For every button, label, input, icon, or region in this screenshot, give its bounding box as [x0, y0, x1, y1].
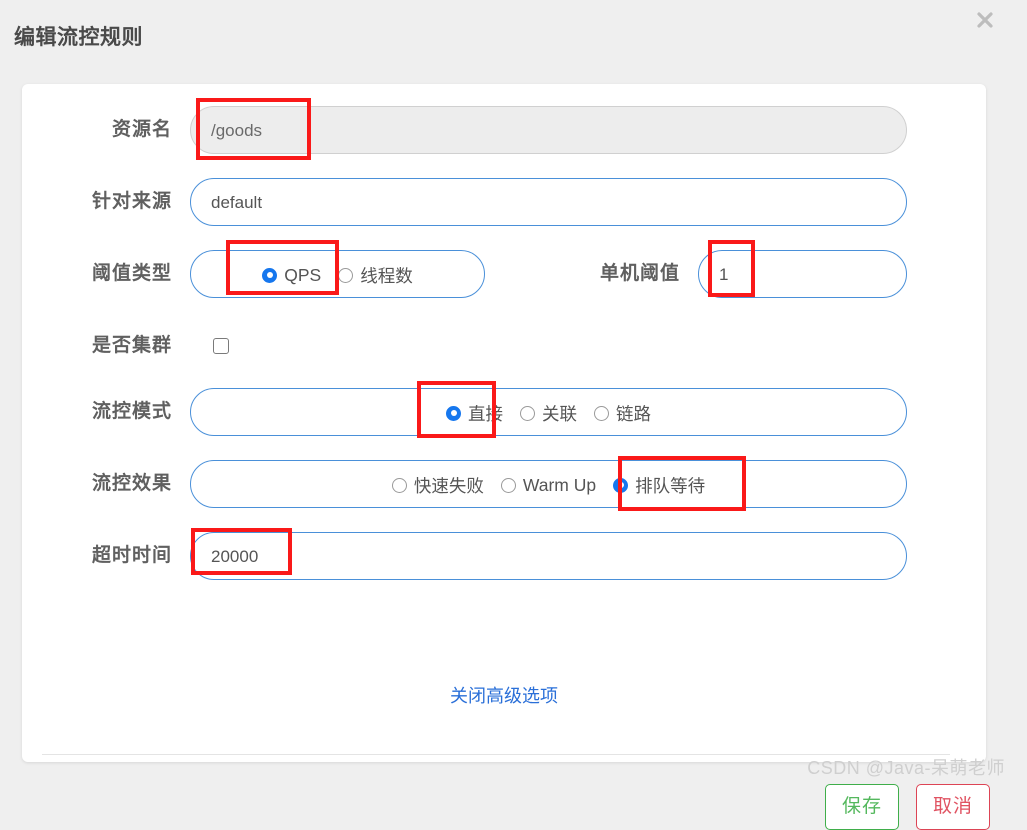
limit-app-input[interactable]: default — [190, 178, 907, 226]
dialog-body: 资源名 /goods 针对来源 default 阈值类型 QPS 线程数 单机阈… — [22, 84, 990, 830]
flow-effect-radios: 快速失败 Warm Up 排队等待 — [191, 461, 906, 509]
modal-overlay: 编辑流控规则 资源名 /goods 针对来源 default 阈值类型 QPS … — [0, 0, 1027, 830]
radio-threshold-threads-label: 线程数 — [360, 265, 413, 286]
is-cluster-checkbox[interactable] — [213, 338, 229, 354]
resource-name-value: /goods — [211, 121, 263, 140]
edit-flow-rule-dialog: 编辑流控规则 资源名 /goods 针对来源 default 阈值类型 QPS … — [0, 0, 1008, 830]
radio-flow-effect-fast-fail[interactable]: 快速失败 — [391, 473, 484, 498]
timeout-label: 超时时间 — [91, 545, 172, 566]
form-row-limit-app: 针对来源 default — [22, 178, 986, 226]
radio-flow-mode-direct-label: 直接 — [468, 403, 503, 424]
form-row-threshold: 阈值类型 QPS 线程数 单机阈值 1 — [22, 250, 986, 298]
radio-threshold-qps-label: QPS — [284, 264, 322, 285]
timeout-input[interactable]: 20000 — [190, 532, 907, 580]
is-cluster-label: 是否集群 — [91, 335, 172, 356]
save-button[interactable]: 保存 — [825, 784, 899, 830]
radio-dot-icon — [500, 477, 516, 493]
radio-dot-icon — [520, 405, 535, 421]
single-threshold-value: 1 — [719, 265, 729, 284]
radio-dot-icon — [262, 267, 278, 283]
close-icon[interactable] — [971, 6, 999, 34]
flow-effect-label: 流控效果 — [91, 473, 172, 494]
radio-dot-icon — [391, 477, 407, 493]
radio-flow-effect-warm-up-label: Warm Up — [522, 474, 597, 495]
toggle-advanced-options-link[interactable]: 关闭高级选项 — [22, 682, 986, 708]
form-row-timeout: 超时时间 20000 — [22, 532, 986, 580]
form-row-flow-effect: 流控效果 快速失败 Warm Up 排队等待 — [22, 460, 986, 508]
radio-flow-effect-queue[interactable]: 排队等待 — [613, 473, 705, 498]
radio-flow-mode-chain[interactable]: 链路 — [594, 401, 651, 426]
form-row-flow-mode: 流控模式 直接 关联 链路 — [22, 388, 986, 436]
radio-flow-mode-related[interactable]: 关联 — [520, 401, 577, 426]
single-threshold-input[interactable]: 1 — [698, 250, 907, 298]
radio-threshold-qps[interactable]: QPS — [262, 265, 321, 286]
radio-dot-icon — [338, 267, 354, 283]
radio-flow-mode-direct[interactable]: 直接 — [446, 401, 503, 426]
dialog-header: 编辑流控规则 — [0, 0, 1008, 70]
threshold-type-radios: QPS 线程数 — [191, 251, 484, 299]
radio-flow-mode-related-label: 关联 — [542, 403, 577, 424]
flow-mode-group: 直接 关联 链路 — [190, 388, 907, 436]
radio-flow-effect-queue-label: 排队等待 — [635, 475, 706, 496]
resource-name-label: 资源名 — [111, 119, 172, 140]
threshold-type-label: 阈值类型 — [91, 263, 172, 284]
flow-mode-radios: 直接 关联 链路 — [191, 389, 906, 437]
timeout-value: 20000 — [211, 547, 259, 566]
watermark: CSDN @Java-呆萌老师 — [807, 758, 1005, 778]
radio-threshold-threads[interactable]: 线程数 — [338, 263, 413, 288]
radio-dot-icon — [594, 405, 609, 421]
form-row-is-cluster: 是否集群 — [22, 322, 986, 370]
single-threshold-label: 单机阈值 — [599, 263, 680, 284]
radio-flow-effect-fast-fail-label: 快速失败 — [413, 475, 484, 496]
resource-name-input[interactable]: /goods — [190, 106, 907, 154]
radio-dot-icon — [613, 477, 629, 493]
threshold-type-group: QPS 线程数 — [190, 250, 485, 298]
cancel-button[interactable]: 取消 — [916, 784, 990, 830]
form-row-resource-name: 资源名 /goods — [22, 106, 986, 154]
limit-app-value: default — [211, 193, 263, 212]
limit-app-label: 针对来源 — [91, 191, 172, 212]
page-title: 编辑流控规则 — [14, 26, 143, 49]
radio-dot-icon — [446, 405, 461, 421]
radio-flow-mode-chain-label: 链路 — [616, 403, 651, 424]
radio-flow-effect-warm-up[interactable]: Warm Up — [500, 474, 597, 496]
flow-effect-group: 快速失败 Warm Up 排队等待 — [190, 460, 907, 508]
flow-mode-label: 流控模式 — [91, 401, 172, 422]
